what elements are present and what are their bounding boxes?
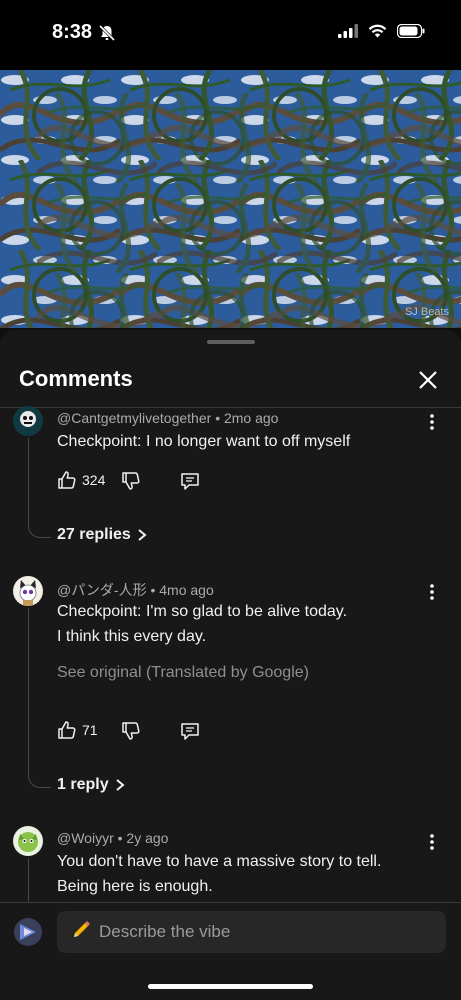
thumbs-down-icon: [122, 722, 140, 740]
battery-icon: [396, 23, 425, 43]
comment-age: 4mo ago: [159, 582, 214, 598]
comment-meta: @Cantgetmylivetogether • 2mo ago: [57, 410, 279, 426]
comment-age: 2mo ago: [223, 410, 279, 426]
comment-author[interactable]: @Woiyyr: [57, 830, 114, 846]
pencil-icon: [71, 920, 91, 945]
like-button[interactable]: 71: [57, 720, 98, 740]
view-replies-button[interactable]: 27 replies: [57, 526, 147, 544]
like-count: 71: [82, 722, 98, 738]
more-options-icon[interactable]: [426, 583, 438, 601]
video-player[interactable]: SJ Beats: [0, 70, 461, 328]
view-replies-button[interactable]: 1 reply: [57, 776, 125, 794]
avatar[interactable]: [13, 826, 43, 856]
more-options-icon[interactable]: [426, 413, 438, 431]
home-indicator[interactable]: [148, 984, 313, 989]
bell-slash-icon: [98, 24, 116, 47]
avatar[interactable]: [13, 576, 43, 606]
status-bar: 8:38: [0, 0, 461, 70]
comment-input-placeholder: Describe the vibe: [99, 922, 231, 941]
comment-meta: @Woiyyr • 2y ago: [57, 830, 169, 846]
panel-title: Comments: [19, 366, 133, 391]
close-button[interactable]: [416, 368, 440, 392]
avatar[interactable]: [13, 406, 43, 436]
wifi-icon: [368, 24, 387, 43]
thread-curve: [28, 523, 51, 538]
close-icon: [419, 371, 437, 389]
like-button[interactable]: 324: [57, 470, 105, 490]
comment-text: Checkpoint: I'm so glad to be alive toda…: [57, 603, 348, 645]
thumbs-up-icon: [58, 471, 76, 489]
comment-input[interactable]: Describe the vibe: [57, 911, 446, 953]
comment-author[interactable]: @パンダ-人形: [57, 582, 147, 598]
cellular-signal-icon: [338, 24, 358, 43]
status-time: 8:38: [52, 21, 93, 43]
comments-panel: Comments @Cantgetmylivetogether • 2mo ag…: [0, 330, 461, 1000]
composer-divider: [0, 902, 461, 903]
my-avatar[interactable]: [14, 918, 42, 946]
thumbs-down-icon: [122, 472, 140, 490]
thread-line: [28, 438, 29, 524]
comment-icon: [181, 723, 199, 740]
comment-text: You don't have to have a massive story t…: [57, 853, 382, 895]
comment-text: Checkpoint: I no longer want to off myse…: [57, 433, 351, 450]
chevron-right-icon: [115, 779, 125, 791]
video-watermark: SJ Beats: [404, 306, 449, 318]
thread-line: [28, 608, 29, 774]
see-original-link[interactable]: See original (Translated by Google): [57, 664, 309, 682]
header-divider: [0, 407, 461, 408]
thread-curve: [28, 773, 51, 788]
reply-button[interactable]: [180, 471, 200, 491]
comment-icon: [181, 473, 199, 490]
more-options-icon[interactable]: [426, 833, 438, 851]
drag-handle[interactable]: [207, 340, 255, 344]
reply-button[interactable]: [180, 721, 200, 741]
comment-meta: @パンダ-人形 • 4mo ago: [57, 582, 214, 598]
thumbs-up-icon: [58, 721, 76, 739]
dislike-button[interactable]: [121, 471, 141, 491]
thread-line: [28, 858, 29, 902]
like-count: 324: [82, 472, 106, 488]
comment-age: 2y ago: [126, 830, 169, 846]
video-frame-image: [0, 70, 461, 328]
comment-author[interactable]: @Cantgetmylivetogether: [57, 410, 211, 426]
chevron-right-icon: [138, 529, 147, 541]
dislike-button[interactable]: [121, 721, 141, 741]
